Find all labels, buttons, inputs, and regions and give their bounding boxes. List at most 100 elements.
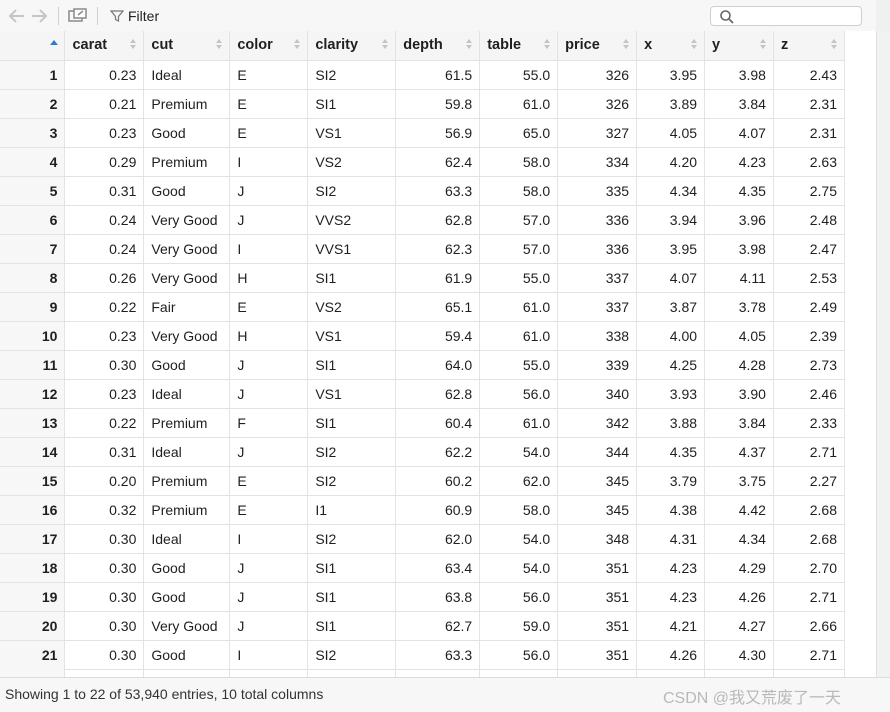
- search-input[interactable]: [739, 8, 857, 24]
- cell-cut: Good: [143, 582, 231, 612]
- cell-x: 3.95: [636, 234, 706, 264]
- search-box[interactable]: [710, 6, 862, 26]
- column-header-table[interactable]: table: [479, 31, 559, 61]
- cell-carat: 0.22: [64, 408, 145, 438]
- cell-cut: Ideal: [143, 60, 231, 90]
- table-row[interactable]: 4 0.29 Premium I VS2 62.4 58.0 334 4.20 4.23 2.63: [0, 147, 846, 177]
- cell-cut: Very Good: [143, 321, 231, 351]
- cell-depth: 63.3: [395, 640, 481, 670]
- cell-z: 2.66: [773, 611, 846, 641]
- table-row[interactable]: 12 0.23 Ideal J VS1 62.8 56.0 340 3.93 3.90 2.46: [0, 379, 846, 409]
- table-row[interactable]: 19 0.30 Good J SI1 63.8 56.0 351 4.23 4.26 2.71: [0, 582, 846, 612]
- cell-x: 3.87: [636, 292, 706, 322]
- table-row[interactable]: 20 0.30 Very Good J SI1 62.7 59.0 351 4.21 4.27 2.…: [0, 611, 846, 641]
- table-row[interactable]: 18 0.30 Good J SI1 63.4 54.0 351 4.23 4.29 2.70: [0, 553, 846, 583]
- cell-depth: 62.8: [395, 379, 481, 409]
- table-row[interactable]: 1 0.23 Ideal E SI2 61.5 55.0 326 3.95 3.98 2.43: [0, 60, 846, 90]
- table-row[interactable]: 5 0.31 Good J SI2 63.3 58.0 335 4.34 4.35 2.75: [0, 176, 846, 206]
- column-header-clarity[interactable]: clarity: [307, 31, 397, 61]
- cell-price: 336: [557, 205, 638, 235]
- cell-table: 58.0: [479, 495, 559, 525]
- column-header-y[interactable]: y: [704, 31, 774, 61]
- table-row[interactable]: 8 0.26 Very Good H SI1 61.9 55.0 337 4.07 4.11 2.5…: [0, 263, 846, 293]
- vertical-scrollbar[interactable]: [876, 31, 890, 677]
- cell-price: 337: [557, 292, 638, 322]
- cell-price: 351: [557, 640, 638, 670]
- cell-x: 3.94: [636, 205, 706, 235]
- cell-table: 62.0: [479, 466, 559, 496]
- sort-icon: [622, 37, 630, 51]
- table-row[interactable]: 9 0.22 Fair E VS2 65.1 61.0 337 3.87 3.78 2.49: [0, 292, 846, 322]
- cell-color: J: [229, 611, 309, 641]
- row-index: 8: [0, 263, 66, 293]
- cell-depth: 60.4: [395, 408, 481, 438]
- cell-table: 55.0: [479, 350, 559, 380]
- toolbar: Filter: [0, 0, 890, 32]
- cell-z: 2.49: [773, 292, 846, 322]
- cell-clarity: VVS1: [307, 234, 397, 264]
- cell-table: 61.0: [479, 408, 559, 438]
- column-header-color[interactable]: color: [229, 31, 309, 61]
- cell-y: 4.07: [704, 118, 774, 148]
- cell-table: 55.0: [479, 263, 559, 293]
- table-row[interactable]: 14 0.31 Ideal J SI2 62.2 54.0 344 4.35 4.37 2.71: [0, 437, 846, 467]
- cell-z: 2.75: [773, 176, 846, 206]
- table-row[interactable]: 13 0.22 Premium F SI1 60.4 61.0 342 3.88 3.84 2.33: [0, 408, 846, 438]
- cell-x: 4.21: [636, 611, 706, 641]
- filter-button[interactable]: Filter: [110, 7, 159, 25]
- cell-y: 4.42: [704, 495, 774, 525]
- table-row[interactable]: 3 0.23 Good E VS1 56.9 65.0 327 4.05 4.07 2.31: [0, 118, 846, 148]
- cell-color: E: [229, 495, 309, 525]
- table-row[interactable]: 6 0.24 Very Good J VVS2 62.8 57.0 336 3.94 3.96 2.…: [0, 205, 846, 235]
- column-header-z[interactable]: z: [773, 31, 846, 61]
- cell-clarity: SI2: [307, 437, 397, 467]
- cell-clarity: SI2: [307, 60, 397, 90]
- cell-cut: Ideal: [143, 379, 231, 409]
- row-index-header[interactable]: [0, 31, 66, 61]
- cell-depth: 60.9: [395, 495, 481, 525]
- cell-cut: Good: [143, 176, 231, 206]
- cell-y: 4.11: [704, 263, 774, 293]
- table-row[interactable]: 11 0.30 Good J SI1 64.0 55.0 339 4.25 4.28 2.73: [0, 350, 846, 380]
- column-header-label: price: [565, 37, 600, 54]
- cell-z: 2.33: [773, 408, 846, 438]
- column-header-label: x: [644, 37, 653, 54]
- cell-cut: Premium: [143, 495, 231, 525]
- table-row[interactable]: 17 0.30 Ideal I SI2 62.0 54.0 348 4.31 4.34 2.68: [0, 524, 846, 554]
- column-header-depth[interactable]: depth: [395, 31, 481, 61]
- cell-x: 4.38: [636, 495, 706, 525]
- popout-window-icon[interactable]: [68, 8, 87, 24]
- table-row[interactable]: 16 0.32 Premium E I1 60.9 58.0 345 4.38 4.42 2.68: [0, 495, 846, 525]
- cell-carat: 0.30: [64, 611, 145, 641]
- cell-color: J: [229, 205, 309, 235]
- cell-clarity: SI1: [307, 582, 397, 612]
- cell-color: I: [229, 524, 309, 554]
- table-row[interactable]: 7 0.24 Very Good I VVS1 62.3 57.0 336 3.95 3.98 2.…: [0, 234, 846, 264]
- column-header-label: z: [780, 37, 789, 54]
- cell-z: 2.71: [773, 582, 846, 612]
- table-row[interactable]: 15 0.20 Premium E SI2 60.2 62.0 345 3.79 3.75 2.27: [0, 466, 846, 496]
- cell-cut: Good: [143, 553, 231, 583]
- cell-color: H: [229, 263, 309, 293]
- cell-table: 56.0: [479, 379, 559, 409]
- table-row[interactable]: 21 0.30 Good I SI2 63.3 56.0 351 4.26 4.30 2.71: [0, 640, 846, 670]
- column-header-label: y: [712, 37, 721, 54]
- column-header-x[interactable]: x: [636, 31, 706, 61]
- arrow-right-icon[interactable]: [30, 8, 48, 24]
- cell-price: 326: [557, 60, 638, 90]
- table-row[interactable]: 2 0.21 Premium E SI1 59.8 61.0 326 3.89 3.84 2.31: [0, 89, 846, 119]
- cell-price: 345: [557, 466, 638, 496]
- cell-cut: Good: [143, 118, 231, 148]
- cell-y: 4.37: [704, 437, 774, 467]
- sort-icon: [759, 37, 767, 51]
- row-index: 5: [0, 176, 66, 206]
- cell-price: 337: [557, 263, 638, 293]
- arrow-left-icon[interactable]: [8, 8, 24, 24]
- cell-color: E: [229, 466, 309, 496]
- table-row[interactable]: 10 0.23 Very Good H VS1 59.4 61.0 338 4.00 4.05 2.…: [0, 321, 846, 351]
- cell-y: 4.28: [704, 350, 774, 380]
- column-header-cut[interactable]: cut: [143, 31, 231, 61]
- column-header-carat[interactable]: carat: [64, 31, 145, 61]
- column-header-price[interactable]: price: [557, 31, 638, 61]
- cell-z: 2.27: [773, 466, 846, 496]
